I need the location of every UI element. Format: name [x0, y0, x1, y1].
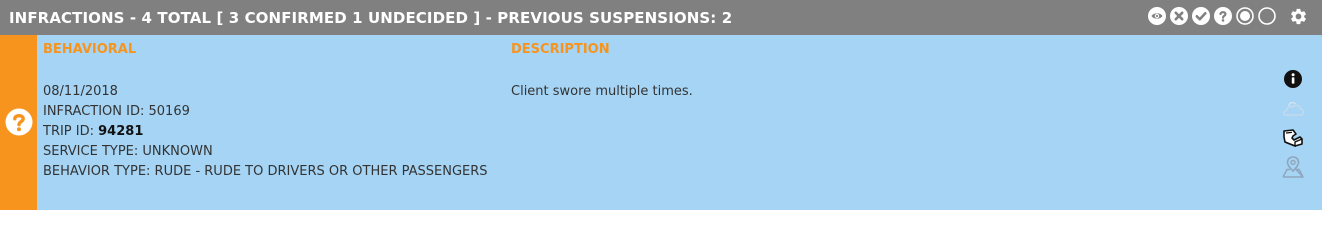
- radio-selected-icon[interactable]: [1236, 7, 1254, 25]
- status-strip: [0, 35, 37, 210]
- description-text: Client swore multiple times.: [511, 84, 693, 99]
- service-type-line: SERVICE TYPE: UNKNOWN: [43, 142, 488, 162]
- weather-cloud-icon[interactable]: [1280, 96, 1306, 122]
- gear-icon[interactable]: [1289, 7, 1308, 26]
- eye-icon[interactable]: [1148, 7, 1166, 25]
- question-circle-icon[interactable]: [5, 108, 33, 136]
- behavior-type-value: RUDE - RUDE TO DRIVERS OR OTHER PASSENGE…: [154, 164, 488, 179]
- infraction-details: 08/11/2018 INFRACTION ID: 50169 TRIP ID:…: [43, 82, 488, 182]
- info-icon[interactable]: [1280, 67, 1306, 93]
- trip-id-line: TRIP ID: 94281: [43, 122, 488, 142]
- map-pin-icon[interactable]: [1280, 154, 1306, 180]
- check-circle-icon[interactable]: [1192, 7, 1210, 25]
- vehicle-icon[interactable]: [1280, 125, 1306, 151]
- service-type-value: UNKNOWN: [142, 144, 213, 159]
- trip-id-label: TRIP ID:: [43, 124, 99, 139]
- infraction-date: 08/11/2018: [43, 84, 118, 99]
- infraction-id-value: 50169: [148, 104, 190, 119]
- trip-id-value[interactable]: 94281: [98, 124, 143, 139]
- category-label: BEHAVIORAL: [43, 42, 137, 57]
- header-title: INFRACTIONS - 4 TOTAL [ 3 CONFIRMED 1 UN…: [9, 9, 733, 27]
- behavior-type-label: BEHAVIOR TYPE:: [43, 164, 155, 179]
- service-type-label: SERVICE TYPE:: [43, 144, 143, 159]
- question-circle-icon[interactable]: [1214, 7, 1232, 25]
- infractions-panel: INFRACTIONS - 4 TOTAL [ 3 CONFIRMED 1 UN…: [0, 0, 1322, 210]
- infraction-row: BEHAVIORAL DESCRIPTION 08/11/2018 INFRAC…: [0, 35, 1322, 210]
- header-filter-icons: [1148, 5, 1308, 27]
- infractions-header: INFRACTIONS - 4 TOTAL [ 3 CONFIRMED 1 UN…: [0, 0, 1322, 35]
- description-label: DESCRIPTION: [511, 42, 610, 57]
- behavior-type-line: BEHAVIOR TYPE: RUDE - RUDE TO DRIVERS OR…: [43, 162, 488, 182]
- radio-empty-icon[interactable]: [1258, 7, 1276, 25]
- x-circle-icon[interactable]: [1170, 7, 1188, 25]
- infraction-id-label: INFRACTION ID:: [43, 104, 149, 119]
- infraction-id-line: INFRACTION ID: 50169: [43, 102, 488, 122]
